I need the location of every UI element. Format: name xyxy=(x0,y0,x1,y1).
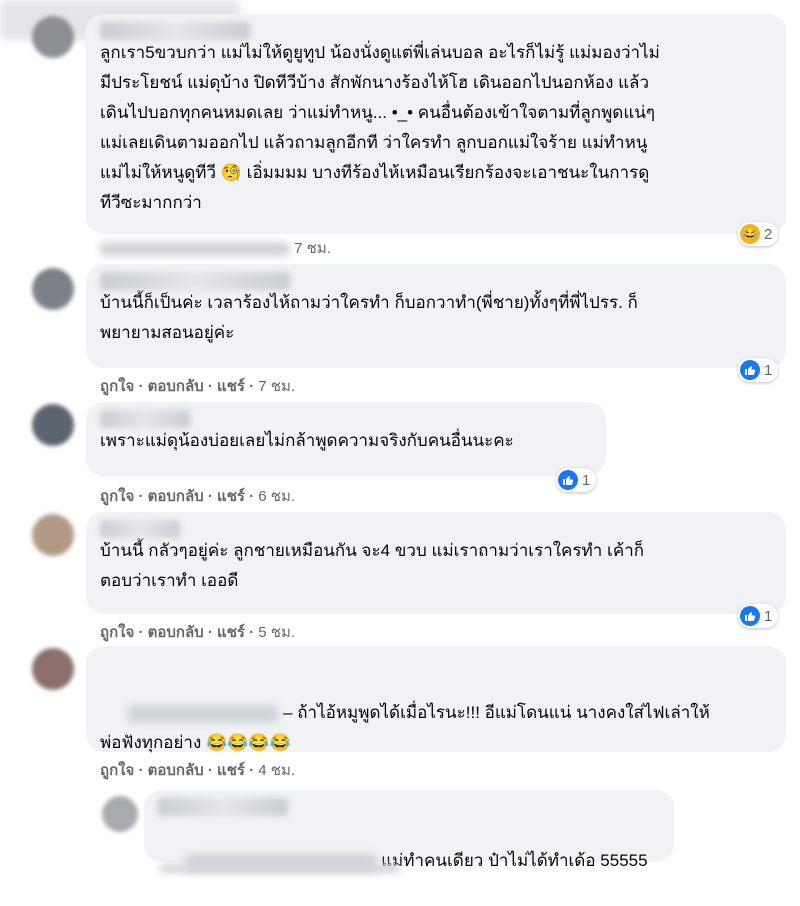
reaction-badge[interactable]: 1 xyxy=(738,604,779,628)
comment-text: บ้านนี้ก็เป็นค่ะ เวลาร้องไห้ถามว่าใครทำ … xyxy=(100,293,638,342)
comment-bubble: เพราะแม่ดุน้องบ่อยเลยไม่กล้าพูดความจริงก… xyxy=(86,402,606,476)
comment-bubble: – ถ้าไอ้หมูพูดได้เมื่อไรนะ!!! อีแม่โดนแน… xyxy=(86,646,786,752)
avatar[interactable] xyxy=(32,268,74,310)
share-link[interactable]: แชร์ xyxy=(217,762,245,779)
author-name[interactable] xyxy=(100,520,180,538)
comment-actions: 7 ชม. xyxy=(100,236,331,260)
avatar[interactable] xyxy=(102,796,138,832)
reply-link[interactable]: ตอบกลับ xyxy=(148,378,204,395)
like-link[interactable]: ถูกใจ xyxy=(100,762,134,779)
share-link[interactable]: แชร์ xyxy=(217,624,245,641)
reaction-count: 1 xyxy=(764,607,773,625)
comment-bubble: ลูกเรา5ขวบกว่า แม่ไม่ให้ดูยูทูป น้องนั่ง… xyxy=(86,14,786,234)
comment-bubble: แม่ทำคนเดียว ป๋าไม่ได้ทำเด้อ 55555 xyxy=(144,790,674,870)
reply-link[interactable]: ตอบกลับ xyxy=(148,488,204,505)
reaction-count: 1 xyxy=(582,471,591,489)
blurred-actions xyxy=(100,242,290,257)
blurred-actions xyxy=(160,864,400,873)
avatar[interactable] xyxy=(32,16,74,58)
author-name[interactable] xyxy=(158,798,288,816)
timestamp[interactable]: 6 ชม. xyxy=(258,488,295,505)
laugh-emoji-icon: 😂 xyxy=(740,224,760,244)
author-name[interactable] xyxy=(100,272,290,290)
comment-body: แม่ทำคนเดียว ป๋าไม่ได้ทำเด้อ 55555 xyxy=(381,851,648,870)
author-name[interactable] xyxy=(100,410,190,428)
reaction-badge[interactable]: 1 xyxy=(738,358,779,382)
comment-text: ลูกเรา5ขวบกว่า แม่ไม่ให้ดูยูทูป น้องนั่ง… xyxy=(100,43,660,212)
timestamp[interactable]: 4 ชม. xyxy=(258,762,295,779)
reaction-badge[interactable]: 😂 2 xyxy=(738,222,779,246)
timestamp[interactable]: 7 ชม. xyxy=(294,240,331,257)
avatar[interactable] xyxy=(32,648,74,690)
thumbs-up-icon xyxy=(740,606,760,626)
author-name[interactable] xyxy=(100,22,250,40)
timestamp[interactable]: 7 ชม. xyxy=(258,378,295,395)
reply-link[interactable]: ตอบกลับ xyxy=(148,762,204,779)
like-link[interactable]: ถูกใจ xyxy=(100,488,134,505)
share-link[interactable]: แชร์ xyxy=(217,488,245,505)
comment-text: แม่ทำคนเดียว ป๋าไม่ได้ทำเด้อ 55555 xyxy=(158,816,660,906)
reaction-badge[interactable]: 1 xyxy=(556,468,597,492)
reply-link[interactable]: ตอบกลับ xyxy=(148,624,204,641)
comment-text: เพราะแม่ดุน้องบ่อยเลยไม่กล้าพูดความจริงก… xyxy=(100,431,514,450)
comment-actions: ถูกใจ · ตอบกลับ · แชร์ · 7 ชม. xyxy=(100,378,296,395)
comment-bubble: บ้านนี้ก็เป็นค่ะ เวลาร้องไห้ถามว่าใครทำ … xyxy=(86,264,786,368)
thumbs-up-icon xyxy=(558,470,578,490)
thumbs-up-icon xyxy=(740,360,760,380)
blurred-author-inline[interactable] xyxy=(128,704,279,723)
reaction-count: 1 xyxy=(764,361,773,379)
timestamp[interactable]: 5 ชม. xyxy=(258,624,295,641)
avatar[interactable] xyxy=(32,404,74,446)
reaction-count: 2 xyxy=(764,225,773,243)
avatar[interactable] xyxy=(32,514,74,556)
comment-actions: ถูกใจ · ตอบกลับ · แชร์ · 4 ชม. xyxy=(100,762,296,779)
comment-actions: ถูกใจ · ตอบกลับ · แชร์ · 6 ชม. xyxy=(100,488,296,505)
comment-bubble: บ้านนี้ กลัวๆอยู่ค่ะ ลูกชายเหมือนกัน จะ4… xyxy=(86,512,786,614)
comment-actions: ถูกใจ · ตอบกลับ · แชร์ · 5 ชม. xyxy=(100,624,296,641)
like-link[interactable]: ถูกใจ xyxy=(100,624,134,641)
comment-text: บ้านนี้ กลัวๆอยู่ค่ะ ลูกชายเหมือนกัน จะ4… xyxy=(100,541,645,590)
like-link[interactable]: ถูกใจ xyxy=(100,378,134,395)
share-link[interactable]: แชร์ xyxy=(217,378,245,395)
